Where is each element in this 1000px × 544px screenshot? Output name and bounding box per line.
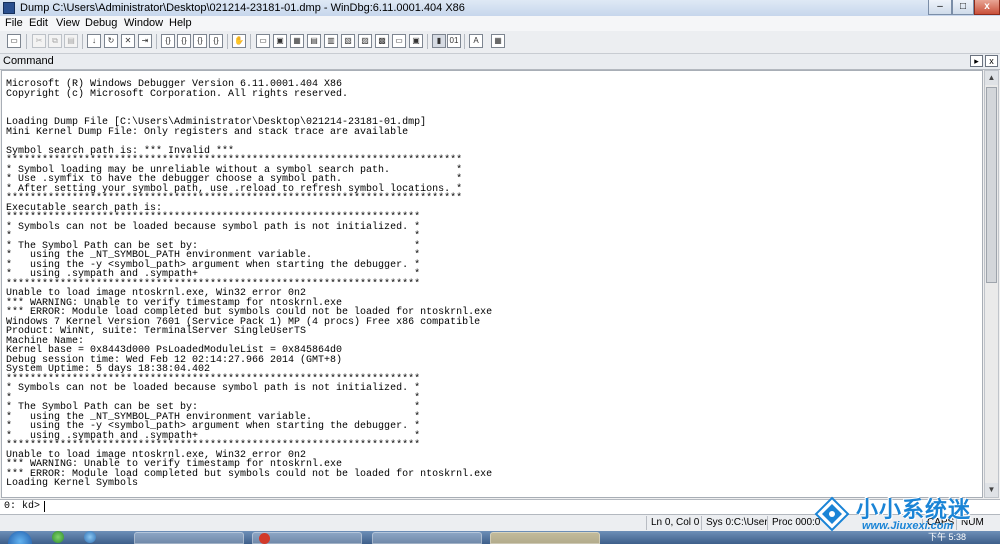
taskbar-item-windbg[interactable] — [134, 532, 244, 544]
toolbar-separator — [156, 34, 157, 49]
cut-icon[interactable]: ✂ — [32, 34, 46, 48]
vertical-scrollbar[interactable]: ▲ ▼ — [984, 70, 999, 498]
memory-icon[interactable]: ▥ — [324, 34, 338, 48]
options-icon[interactable]: ▦ — [491, 34, 505, 48]
menu-file[interactable]: File — [5, 16, 23, 31]
stop-debugging-icon[interactable]: ✕ — [121, 34, 135, 48]
taskbar-item-folder[interactable] — [490, 532, 600, 544]
toolbar: ▭ ✂ ⧉ ▤ ↓ ↻ ✕ ⇥ {} {} {} {} ✋ ▭ ▣ ▦ ▤ ▥ … — [0, 31, 1000, 54]
menu-window[interactable]: Window — [124, 16, 163, 31]
threads-icon[interactable]: ▣ — [409, 34, 423, 48]
go-icon[interactable]: ↓ — [87, 34, 101, 48]
toolbar-separator — [464, 34, 465, 49]
dock-icon[interactable]: ▸ — [970, 55, 983, 67]
command-output[interactable]: Microsoft (R) Windows Debugger Version 6… — [1, 70, 983, 498]
font-icon[interactable]: A — [469, 34, 483, 48]
maximize-button[interactable]: □ — [952, 0, 974, 15]
command-output-text: Microsoft (R) Windows Debugger Version 6… — [6, 79, 493, 489]
windbg-app-icon — [3, 2, 15, 14]
close-button[interactable]: x — [974, 0, 1000, 15]
title-bar: Dump C:\Users\Administrator\Desktop\0212… — [0, 0, 1000, 17]
toolbar-separator — [250, 34, 251, 49]
processes-icon[interactable]: ▭ — [392, 34, 406, 48]
toolbar-separator — [82, 34, 83, 49]
minimize-button[interactable]: – — [928, 0, 952, 15]
menu-help[interactable]: Help — [169, 16, 192, 31]
copy-icon[interactable]: ⧉ — [48, 34, 62, 48]
menu-bar: File Edit View Debug Window Help — [0, 16, 1000, 31]
close-pane-icon[interactable]: x — [985, 55, 998, 67]
command-window-icon[interactable]: ▭ — [256, 34, 270, 48]
step-over-icon[interactable]: {} — [177, 34, 191, 48]
toolbar-separator — [227, 34, 228, 49]
toolbar-separator — [26, 34, 27, 49]
status-sys: Sys 0:C:\User — [701, 516, 768, 530]
registers-icon[interactable]: ▤ — [307, 34, 321, 48]
open-icon[interactable]: ▭ — [7, 34, 21, 48]
run-to-cursor-icon[interactable]: {} — [209, 34, 223, 48]
taskbar-item-console[interactable] — [372, 532, 482, 544]
source-mode-icon[interactable]: ▮ — [432, 34, 446, 48]
start-button[interactable] — [8, 531, 32, 544]
locals-icon[interactable]: ▦ — [290, 34, 304, 48]
menu-edit[interactable]: Edit — [29, 16, 48, 31]
menu-debug[interactable]: Debug — [85, 16, 117, 31]
menu-view[interactable]: View — [56, 16, 80, 31]
detach-icon[interactable]: ⇥ — [138, 34, 152, 48]
step-into-icon[interactable]: {} — [161, 34, 175, 48]
status-position: Ln 0, Col 0 — [646, 516, 699, 530]
watch-icon[interactable]: ▣ — [273, 34, 287, 48]
hex-mode-icon[interactable]: 01 — [447, 34, 461, 48]
restart-icon[interactable]: ↻ — [104, 34, 118, 48]
window-title: Dump C:\Users\Administrator\Desktop\0212… — [20, 2, 465, 14]
site-watermark: 小小系统迷 www.Jiuxexi.com — [810, 490, 1000, 538]
watermark-logo-icon — [814, 496, 850, 532]
command-prompt: 0: kd> — [4, 501, 41, 512]
scratch-pad-icon[interactable]: ▩ — [375, 34, 389, 48]
toolbar-separator — [427, 34, 428, 49]
disassembly-icon[interactable]: ▨ — [358, 34, 372, 48]
watermark-url: www.Jiuxexi.com — [862, 520, 954, 532]
explorer-icon[interactable] — [84, 531, 96, 543]
breakpoint-icon[interactable]: ✋ — [232, 34, 246, 48]
paste-icon[interactable]: ▤ — [64, 34, 78, 48]
scroll-up-icon[interactable]: ▲ — [985, 71, 998, 85]
app-icon — [259, 533, 270, 544]
step-out-icon[interactable]: {} — [193, 34, 207, 48]
scrollbar-thumb[interactable] — [986, 87, 997, 283]
command-window-header: Command ▸ x — [0, 54, 1000, 70]
browser-icon[interactable] — [52, 531, 64, 543]
command-window-title: Command — [3, 55, 54, 67]
taskbar-item-app[interactable] — [252, 532, 362, 544]
call-stack-icon[interactable]: ▧ — [341, 34, 355, 48]
